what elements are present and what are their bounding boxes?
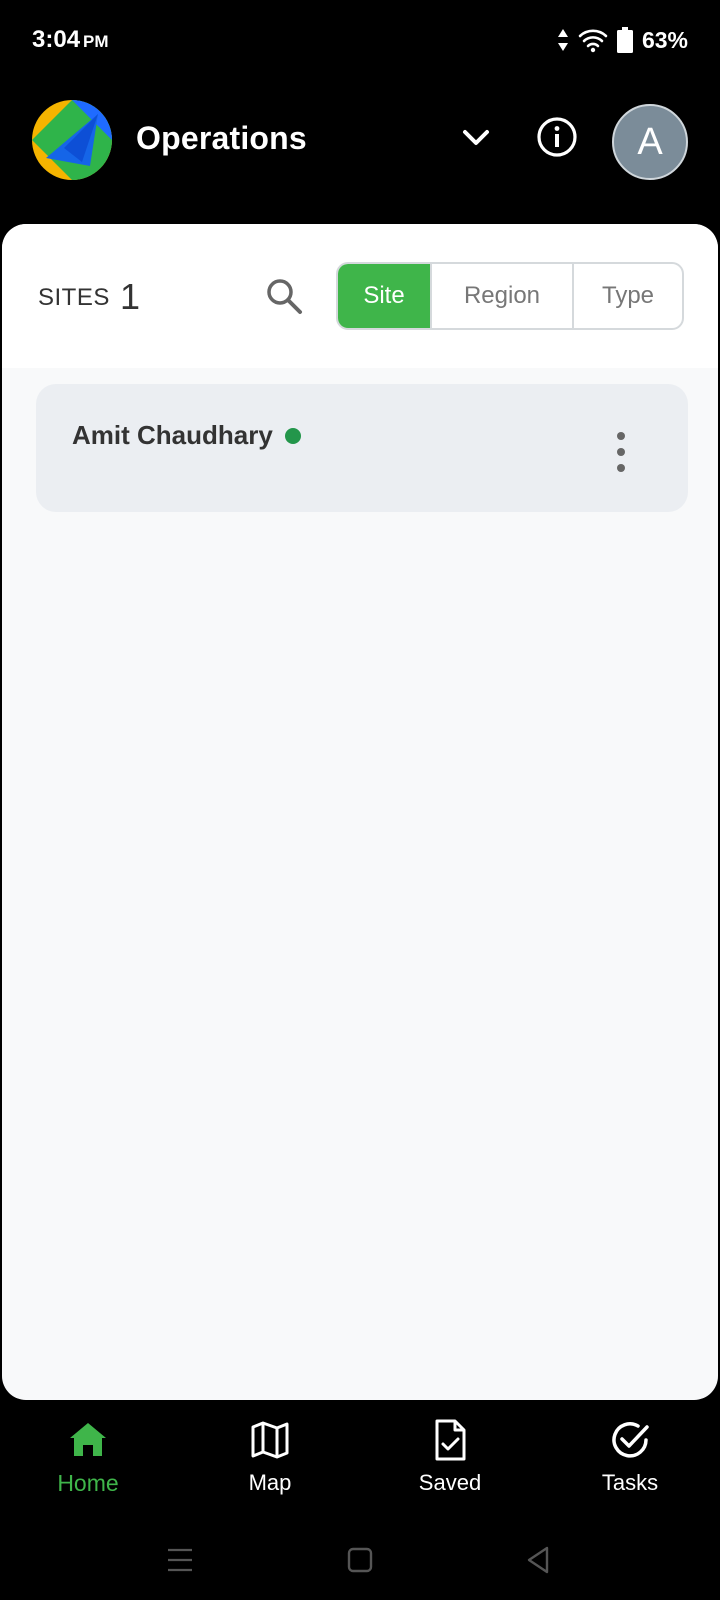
bottom-navigation: Home Map Saved Tasks — [0, 1400, 720, 1500]
wifi-icon — [578, 29, 608, 53]
site-list-item[interactable]: Amit Chaudhary — [36, 384, 688, 512]
status-time-ampm: PM — [83, 32, 109, 51]
tab-region[interactable]: Region — [430, 264, 572, 328]
saved-file-icon — [435, 1419, 466, 1461]
main-content: SITES 1 Site Region Type Amit Chaudhary — [2, 224, 718, 1400]
online-status-dot — [285, 428, 301, 444]
nav-tasks[interactable]: Tasks — [570, 1418, 690, 1496]
tab-site[interactable]: Site — [338, 264, 430, 328]
more-vertical-icon[interactable] — [614, 432, 628, 472]
avatar-initial: A — [637, 120, 663, 163]
sites-toolbar: SITES 1 Site Region Type — [2, 224, 718, 368]
workspace-title[interactable]: Operations — [136, 120, 307, 157]
nav-saved-label: Saved — [418, 1470, 482, 1495]
map-icon — [251, 1421, 289, 1459]
nav-tasks-label: Tasks — [601, 1470, 659, 1495]
info-icon[interactable] — [536, 116, 578, 158]
search-icon[interactable] — [264, 276, 304, 316]
tasks-check-icon — [612, 1422, 649, 1458]
chevron-down-icon[interactable] — [456, 118, 496, 158]
avatar[interactable]: A — [612, 104, 688, 180]
nav-home-label: Home — [57, 1470, 119, 1496]
sites-label: SITES — [38, 284, 110, 311]
status-time-value: 3:04 — [32, 26, 81, 53]
signal-icon — [557, 29, 568, 51]
nav-map[interactable]: Map — [210, 1418, 330, 1496]
battery-icon — [616, 27, 633, 53]
nav-saved[interactable]: Saved — [390, 1418, 510, 1496]
tab-type[interactable]: Type — [572, 264, 682, 328]
home-square-icon[interactable] — [342, 1542, 378, 1578]
group-by-selector: Site Region Type — [336, 262, 684, 330]
recents-icon[interactable] — [162, 1542, 198, 1578]
site-name: Amit Chaudhary — [72, 420, 273, 450]
status-icons: 63% — [556, 24, 688, 56]
status-time: 3:04 PM — [32, 26, 109, 54]
home-icon — [70, 1423, 106, 1456]
status-bar: 3:04 PM 63% — [0, 0, 720, 80]
battery-percentage: 63% — [641, 26, 688, 53]
system-navigation — [0, 1520, 720, 1600]
nav-map-label: Map — [248, 1470, 292, 1495]
app-logo — [32, 100, 112, 180]
back-icon[interactable] — [520, 1542, 556, 1578]
nav-home[interactable]: Home — [28, 1418, 148, 1497]
app-header: Operations A — [0, 90, 720, 190]
sites-count: 1 — [120, 276, 141, 317]
